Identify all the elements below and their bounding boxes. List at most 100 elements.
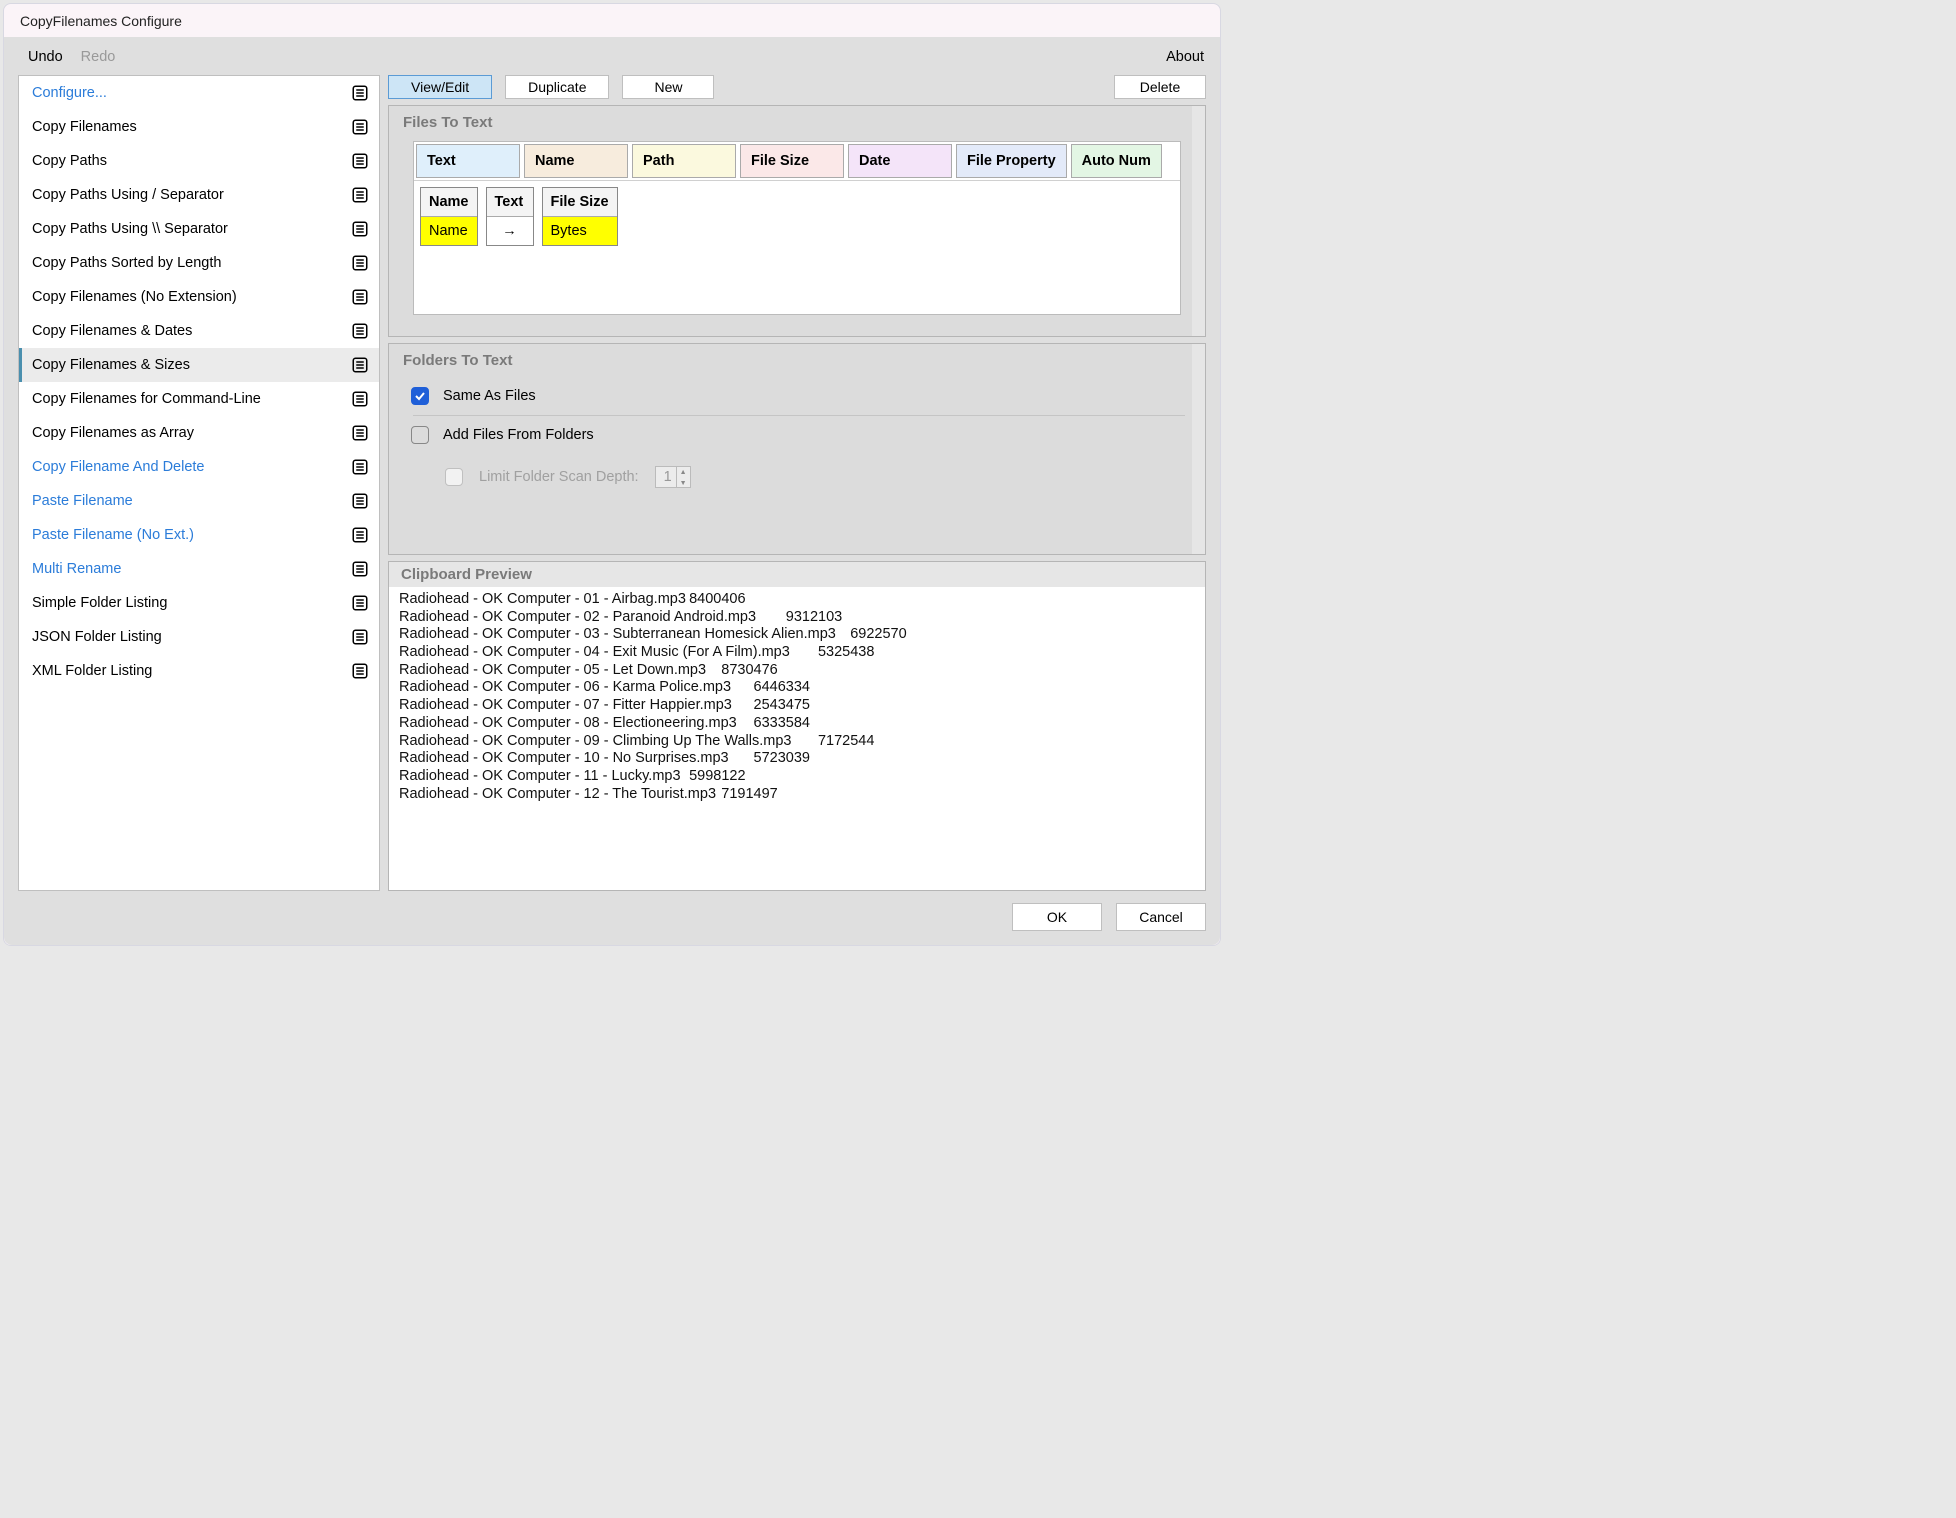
sidebar-item[interactable]: Copy Filenames for Command-Line	[19, 382, 379, 416]
token-card-head: File Size	[543, 188, 617, 217]
sidebar-item-label: Copy Paths Using / Separator	[32, 187, 224, 203]
list-icon	[351, 628, 369, 646]
sidebar-item-label: Copy Paths	[32, 153, 107, 169]
sidebar-item[interactable]: Copy Paths Using \\ Separator	[19, 212, 379, 246]
token-palette: Text Name Path File Size Date File Prope…	[414, 142, 1180, 181]
palette-file-size[interactable]: File Size	[740, 144, 844, 178]
limit-depth-checkbox	[445, 468, 463, 486]
list-icon	[351, 254, 369, 272]
add-files-checkbox[interactable]	[411, 426, 429, 444]
sidebar-item[interactable]: Paste Filename	[19, 484, 379, 518]
client-area: Undo Redo About Configure... Copy Filenam…	[4, 37, 1220, 945]
menu-about[interactable]: About	[1166, 49, 1204, 65]
list-icon	[351, 390, 369, 408]
palette-auto-num[interactable]: Auto Num	[1071, 144, 1162, 178]
token-card-head: Text	[487, 188, 533, 217]
sidebar-item[interactable]: Copy Filenames & Dates	[19, 314, 379, 348]
palette-file-property[interactable]: File Property	[956, 144, 1067, 178]
sidebar-item[interactable]: Simple Folder Listing	[19, 586, 379, 620]
depth-stepper: 1 ▲ ▼	[655, 466, 691, 488]
list-icon	[351, 186, 369, 204]
sidebar-item[interactable]: Multi Rename	[19, 552, 379, 586]
new-button[interactable]: New	[622, 75, 714, 99]
token-card[interactable]: NameName	[420, 187, 478, 246]
check-icon	[414, 390, 426, 402]
sidebar-item-label: Copy Paths Sorted by Length	[32, 255, 221, 271]
ok-button[interactable]: OK	[1012, 903, 1102, 931]
token-card[interactable]: Text→	[486, 187, 534, 246]
sidebar-item-label: Paste Filename	[32, 493, 133, 509]
same-as-files-row[interactable]: Same As Files	[411, 377, 1187, 415]
menu-redo[interactable]: Redo	[81, 49, 116, 65]
token-card-value: Name	[421, 217, 477, 245]
sidebar-item-label: Configure...	[32, 85, 107, 101]
content: Configure... Copy Filenames Copy Paths Copy…	[4, 75, 1220, 891]
list-icon	[351, 118, 369, 136]
sidebar-item[interactable]: Copy Paths Sorted by Length	[19, 246, 379, 280]
files-panel-title: Files To Text	[389, 106, 1205, 137]
sidebar-item-label: Copy Paths Using \\ Separator	[32, 221, 228, 237]
palette-name[interactable]: Name	[524, 144, 628, 178]
sidebar[interactable]: Configure... Copy Filenames Copy Paths Copy…	[18, 75, 380, 891]
list-icon	[351, 220, 369, 238]
limit-depth-label: Limit Folder Scan Depth:	[479, 469, 639, 485]
list-icon	[351, 424, 369, 442]
sidebar-item[interactable]: Copy Filenames	[19, 110, 379, 144]
preview-title: Clipboard Preview	[389, 562, 1205, 587]
token-card-head: Name	[421, 188, 477, 217]
sidebar-item-label: Copy Filenames as Array	[32, 425, 194, 441]
sidebar-item[interactable]: Copy Filenames & Sizes	[19, 348, 379, 382]
list-icon	[351, 492, 369, 510]
add-files-label: Add Files From Folders	[443, 427, 594, 443]
toolbar: View/Edit Duplicate New Delete	[388, 75, 1206, 99]
sidebar-item[interactable]: Copy Paths	[19, 144, 379, 178]
stepper-arrows: ▲ ▼	[676, 467, 690, 487]
sidebar-item-label: Copy Filenames (No Extension)	[32, 289, 237, 305]
folders-to-text-panel: Folders To Text Same As Files Add Files …	[388, 343, 1206, 555]
sidebar-item-label: Copy Filenames	[32, 119, 137, 135]
sidebar-item[interactable]: Copy Filenames (No Extension)	[19, 280, 379, 314]
duplicate-button[interactable]: Duplicate	[505, 75, 609, 99]
sidebar-item[interactable]: XML Folder Listing	[19, 654, 379, 688]
same-as-files-label: Same As Files	[443, 388, 536, 404]
token-editor[interactable]: Text Name Path File Size Date File Prope…	[413, 141, 1181, 315]
sidebar-item-label: Copy Filenames & Sizes	[32, 357, 190, 373]
list-icon	[351, 322, 369, 340]
add-files-row[interactable]: Add Files From Folders	[411, 416, 1187, 454]
sidebar-item[interactable]: Copy Filenames as Array	[19, 416, 379, 450]
sidebar-item[interactable]: JSON Folder Listing	[19, 620, 379, 654]
files-to-text-panel: Files To Text Text Name Path File Size D…	[388, 105, 1206, 337]
list-icon	[351, 152, 369, 170]
token-card-value: →	[487, 217, 533, 245]
chevron-down-icon: ▼	[677, 478, 690, 489]
palette-text[interactable]: Text	[416, 144, 520, 178]
sidebar-item-label: JSON Folder Listing	[32, 629, 162, 645]
sidebar-item-label: Multi Rename	[32, 561, 121, 577]
files-panel-scrollbar[interactable]	[1192, 106, 1205, 336]
sidebar-item[interactable]: Copy Filename And Delete	[19, 450, 379, 484]
list-icon	[351, 288, 369, 306]
sidebar-item-label: Simple Folder Listing	[32, 595, 167, 611]
palette-path[interactable]: Path	[632, 144, 736, 178]
menu-undo[interactable]: Undo	[28, 49, 63, 65]
depth-value: 1	[656, 467, 676, 487]
list-icon	[351, 356, 369, 374]
limit-depth-row: Limit Folder Scan Depth: 1 ▲ ▼	[411, 466, 1187, 488]
sidebar-item[interactable]: Configure...	[19, 76, 379, 110]
list-icon	[351, 662, 369, 680]
view-edit-button[interactable]: View/Edit	[388, 75, 492, 99]
preview-body[interactable]: Radiohead - OK Computer - 01 - Airbag.mp…	[389, 587, 1205, 890]
folders-panel-title: Folders To Text	[389, 344, 1205, 375]
folders-panel-scrollbar[interactable]	[1192, 344, 1205, 554]
token-sequence[interactable]: NameNameText→File SizeBytes	[414, 181, 1180, 252]
menubar: Undo Redo About	[4, 37, 1220, 75]
sidebar-item-label: XML Folder Listing	[32, 663, 152, 679]
palette-date[interactable]: Date	[848, 144, 952, 178]
token-card[interactable]: File SizeBytes	[542, 187, 618, 246]
cancel-button[interactable]: Cancel	[1116, 903, 1206, 931]
sidebar-item[interactable]: Copy Paths Using / Separator	[19, 178, 379, 212]
delete-button[interactable]: Delete	[1114, 75, 1206, 99]
sidebar-item[interactable]: Paste Filename (No Ext.)	[19, 518, 379, 552]
same-as-files-checkbox[interactable]	[411, 387, 429, 405]
list-icon	[351, 594, 369, 612]
